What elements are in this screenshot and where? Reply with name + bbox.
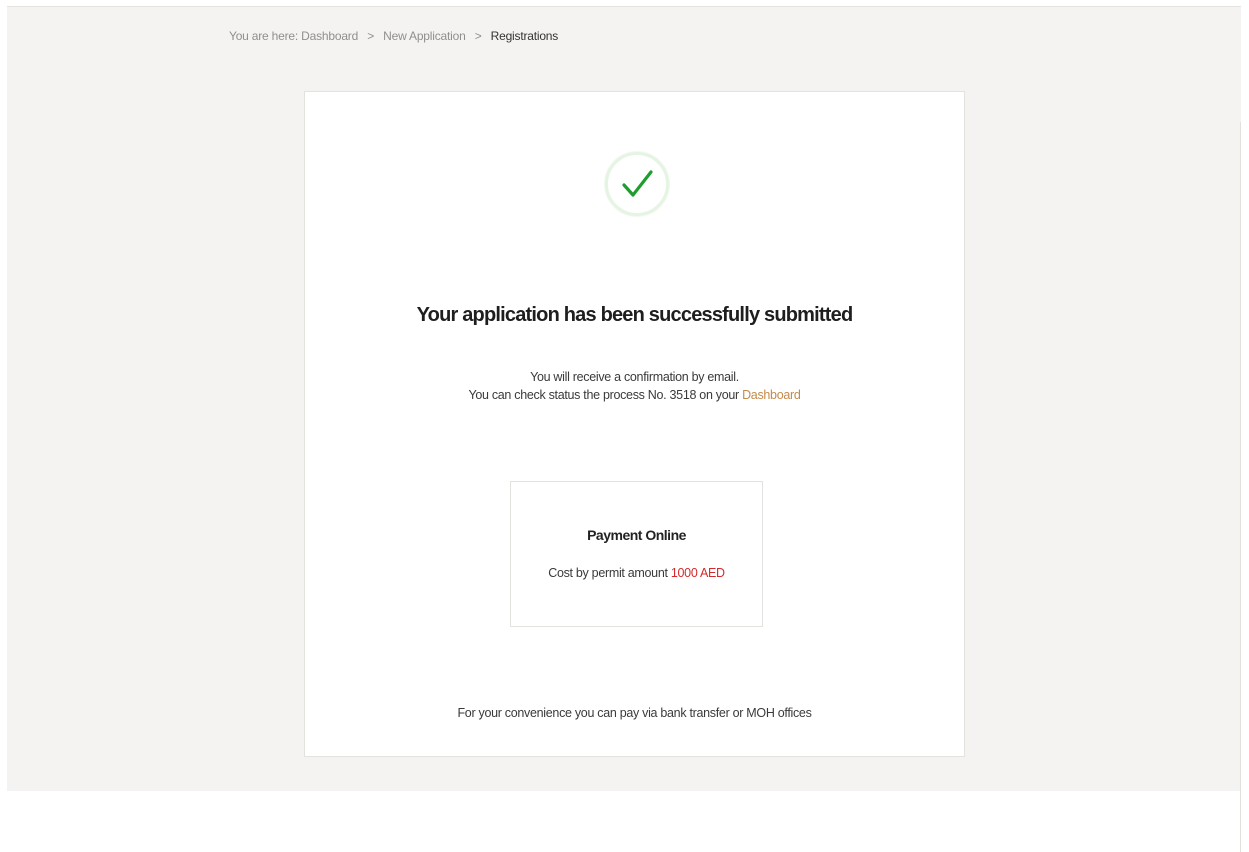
breadcrumb: You are here: Dashboard > New Applicatio… bbox=[229, 29, 558, 43]
status-check-prefix: You can check status the process No. 351… bbox=[468, 388, 739, 402]
status-check-text: You can check status the process No. 351… bbox=[305, 386, 964, 404]
breadcrumb-separator: > bbox=[367, 29, 375, 43]
payment-alternatives-note: For your convenience you can pay via ban… bbox=[457, 706, 812, 720]
cost-amount: 1000 AED bbox=[670, 566, 725, 580]
breadcrumb-prefix: You are here: bbox=[229, 29, 299, 43]
cost-label: Cost by permit amount bbox=[548, 566, 668, 580]
checkmark-icon bbox=[622, 170, 653, 197]
payment-online-option[interactable]: Payment Online Cost by permit amount 100… bbox=[510, 481, 763, 627]
success-title: Your application has been successfully s… bbox=[416, 304, 854, 326]
dashboard-link[interactable]: Dashboard bbox=[742, 388, 801, 402]
page-area: You are here: Dashboard > New Applicatio… bbox=[7, 6, 1241, 791]
breadcrumb-item-registrations: Registrations bbox=[490, 29, 559, 43]
email-confirmation-text: You will receive a confirmation by email… bbox=[530, 370, 739, 384]
breadcrumb-item-dashboard[interactable]: Dashboard bbox=[301, 29, 358, 43]
success-badge bbox=[605, 152, 669, 216]
confirmation-card: Your application has been successfully s… bbox=[304, 91, 965, 757]
payment-cost: Cost by permit amount 1000 AED bbox=[511, 566, 762, 580]
breadcrumb-separator: > bbox=[474, 29, 482, 43]
confirmation-message: You will receive a confirmation by email… bbox=[305, 368, 964, 404]
scrollbar-track[interactable] bbox=[1240, 122, 1241, 852]
breadcrumb-item-new-application[interactable]: New Application bbox=[383, 29, 466, 43]
payment-title: Payment Online bbox=[587, 527, 686, 543]
